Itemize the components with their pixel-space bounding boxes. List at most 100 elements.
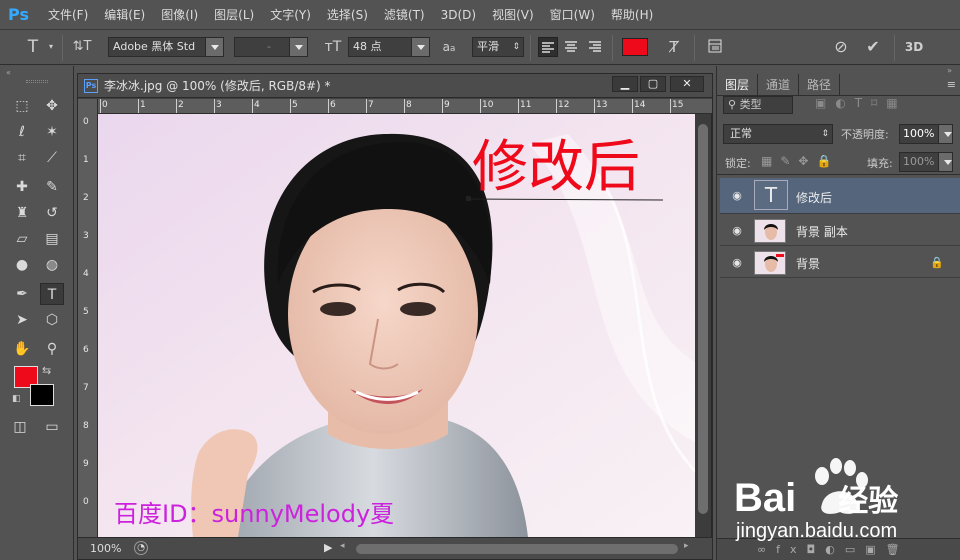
- blend-mode-value: 正常: [730, 127, 752, 140]
- eyedropper-tool-icon[interactable]: ⟋: [40, 147, 64, 169]
- ruler-tick-label: 9: [444, 100, 450, 110]
- eye-icon[interactable]: ◉: [730, 224, 744, 238]
- ps-file-icon: Ps: [84, 78, 98, 93]
- quick-mask-icon[interactable]: ◫: [8, 416, 32, 438]
- menu-file[interactable]: 文件(F): [40, 0, 96, 30]
- background-color-swatch[interactable]: [30, 384, 54, 406]
- commit-check-icon[interactable]: ✔: [862, 37, 884, 57]
- warp-text-icon[interactable]: Ⱦ: [664, 37, 684, 57]
- swap-colors-icon[interactable]: ⇆: [42, 364, 51, 377]
- maximize-button[interactable]: ▢: [640, 76, 666, 92]
- opacity-label: 不透明度:: [841, 128, 889, 141]
- layer-row-text[interactable]: ◉ T 修改后: [720, 178, 960, 214]
- crop-tool-icon[interactable]: ⌗: [10, 147, 34, 169]
- font-family-select[interactable]: Adobe 黑体 Std: [108, 37, 224, 57]
- menu-image[interactable]: 图像(I): [153, 0, 206, 30]
- vertical-scrollbar[interactable]: [695, 114, 711, 537]
- eye-icon[interactable]: ◉: [730, 189, 744, 203]
- shape-tool-icon[interactable]: ⬡: [40, 309, 64, 331]
- vertical-scroll-thumb[interactable]: [698, 124, 708, 514]
- lock-icons[interactable]: ▦✎✥🔒: [761, 154, 839, 168]
- clone-stamp-icon[interactable]: ♜: [10, 202, 34, 224]
- tab-channels[interactable]: 通道: [758, 74, 800, 95]
- tab-paths[interactable]: 路径: [799, 74, 841, 95]
- text-orientation-icon[interactable]: ⇅T: [70, 37, 94, 57]
- menu-3d[interactable]: 3D(D): [433, 0, 484, 30]
- scroll-left-icon[interactable]: ◂: [340, 541, 345, 551]
- chevron-down-icon: [205, 38, 223, 56]
- tool-preset-chevron-icon[interactable]: ▾: [46, 37, 56, 57]
- healing-brush-icon[interactable]: ✚: [10, 176, 34, 198]
- ruler-tick-label: 13: [596, 100, 608, 110]
- align-right-icon: [589, 41, 601, 52]
- blur-tool-icon[interactable]: ●: [10, 254, 34, 276]
- magic-wand-icon[interactable]: ✶: [40, 121, 64, 143]
- dodge-tool-icon[interactable]: ◍: [40, 254, 64, 276]
- align-right-button[interactable]: [586, 37, 606, 57]
- history-brush-icon[interactable]: ↺: [40, 202, 64, 224]
- panel-menu-icon[interactable]: ≡: [947, 78, 956, 91]
- scroll-right-icon[interactable]: ▸: [684, 541, 689, 551]
- horizontal-ruler: 0 1 2 3 4 5 6 7 8 9 10 11 12 13 14 15: [98, 99, 712, 114]
- zoom-level[interactable]: 100%: [90, 542, 121, 555]
- type-tool-button[interactable]: T: [40, 283, 64, 305]
- status-info-icon[interactable]: ◔: [134, 541, 148, 555]
- align-left-button[interactable]: [538, 37, 558, 57]
- menu-window[interactable]: 窗口(W): [542, 0, 603, 30]
- blend-mode-select[interactable]: 正常 ⇕: [723, 124, 833, 144]
- play-icon[interactable]: ▶: [324, 541, 332, 554]
- hand-tool-icon[interactable]: ✋: [10, 338, 34, 360]
- layer-row-background[interactable]: ◉ 背景 🔒: [720, 248, 960, 278]
- gradient-tool-icon[interactable]: ▤: [40, 228, 64, 250]
- opacity-input[interactable]: 100%: [899, 124, 953, 144]
- menu-filter[interactable]: 滤镜(T): [376, 0, 433, 30]
- menu-type[interactable]: 文字(Y): [262, 0, 319, 30]
- marquee-tool-icon[interactable]: ⬚: [10, 95, 34, 117]
- layer-thumbnail: [754, 219, 786, 243]
- canvas[interactable]: 修改后 百度ID：sunnyMelody夏: [98, 114, 712, 537]
- path-select-icon[interactable]: ➤: [10, 309, 34, 331]
- 3d-mode-icon[interactable]: 3D: [902, 37, 926, 57]
- brush-tool-icon[interactable]: ✎: [40, 176, 64, 198]
- minimize-button[interactable]: ▁: [612, 76, 638, 92]
- collapse-icon[interactable]: «: [6, 68, 11, 77]
- canvas-heading-text[interactable]: 修改后: [472, 136, 640, 200]
- text-color-swatch[interactable]: [622, 38, 648, 56]
- default-colors-icon[interactable]: ◧: [12, 394, 21, 404]
- move-tool-icon[interactable]: ✥: [40, 95, 64, 117]
- grip-icon[interactable]: [26, 80, 48, 83]
- font-style-select[interactable]: -: [234, 37, 308, 57]
- panel-toggle-icon: [708, 39, 722, 53]
- ruler-tick-label: 9: [83, 459, 89, 469]
- tab-layers[interactable]: 图层: [717, 74, 759, 95]
- lasso-tool-icon[interactable]: ℓ: [10, 121, 34, 143]
- ruler-tick-label: 8: [83, 421, 89, 431]
- screen-mode-icon[interactable]: ▭: [40, 416, 64, 438]
- font-family-value: Adobe 黑体 Std: [113, 40, 196, 53]
- eraser-tool-icon[interactable]: ▱: [10, 228, 34, 250]
- font-size-select[interactable]: 48 点: [348, 37, 430, 57]
- ruler-tick-label: 3: [83, 231, 89, 241]
- eye-icon[interactable]: ◉: [730, 256, 744, 270]
- menu-view[interactable]: 视图(V): [484, 0, 542, 30]
- menu-select[interactable]: 选择(S): [319, 0, 376, 30]
- antialias-select[interactable]: 平滑 ⇕: [472, 37, 524, 57]
- cancel-icon[interactable]: ⊘: [830, 37, 852, 57]
- menu-help[interactable]: 帮助(H): [603, 0, 661, 30]
- layer-row-background-copy[interactable]: ◉ 背景 副本: [720, 216, 960, 246]
- menu-layer[interactable]: 图层(L): [206, 0, 262, 30]
- ruler-tick-label: 12: [558, 100, 570, 110]
- horizontal-scroll-thumb[interactable]: [356, 544, 678, 554]
- ruler-tick-label: 0: [102, 100, 108, 110]
- menu-edit[interactable]: 编辑(E): [96, 0, 153, 30]
- close-button[interactable]: ✕: [670, 76, 704, 92]
- fill-input[interactable]: 100%: [899, 152, 953, 172]
- character-panel-button[interactable]: [706, 37, 726, 57]
- zoom-tool-icon[interactable]: ⚲: [40, 338, 64, 360]
- pen-tool-icon[interactable]: ✒: [10, 283, 34, 305]
- align-left-icon: [542, 42, 554, 53]
- layer-filter-select[interactable]: ⚲ 类型: [723, 96, 793, 114]
- align-center-button[interactable]: [562, 37, 582, 57]
- document-window: Ps 李冰冰.jpg @ 100% (修改后, RGB/8#) * ▁ ▢ ✕ …: [77, 73, 713, 560]
- type-tool-icon[interactable]: T: [22, 37, 44, 57]
